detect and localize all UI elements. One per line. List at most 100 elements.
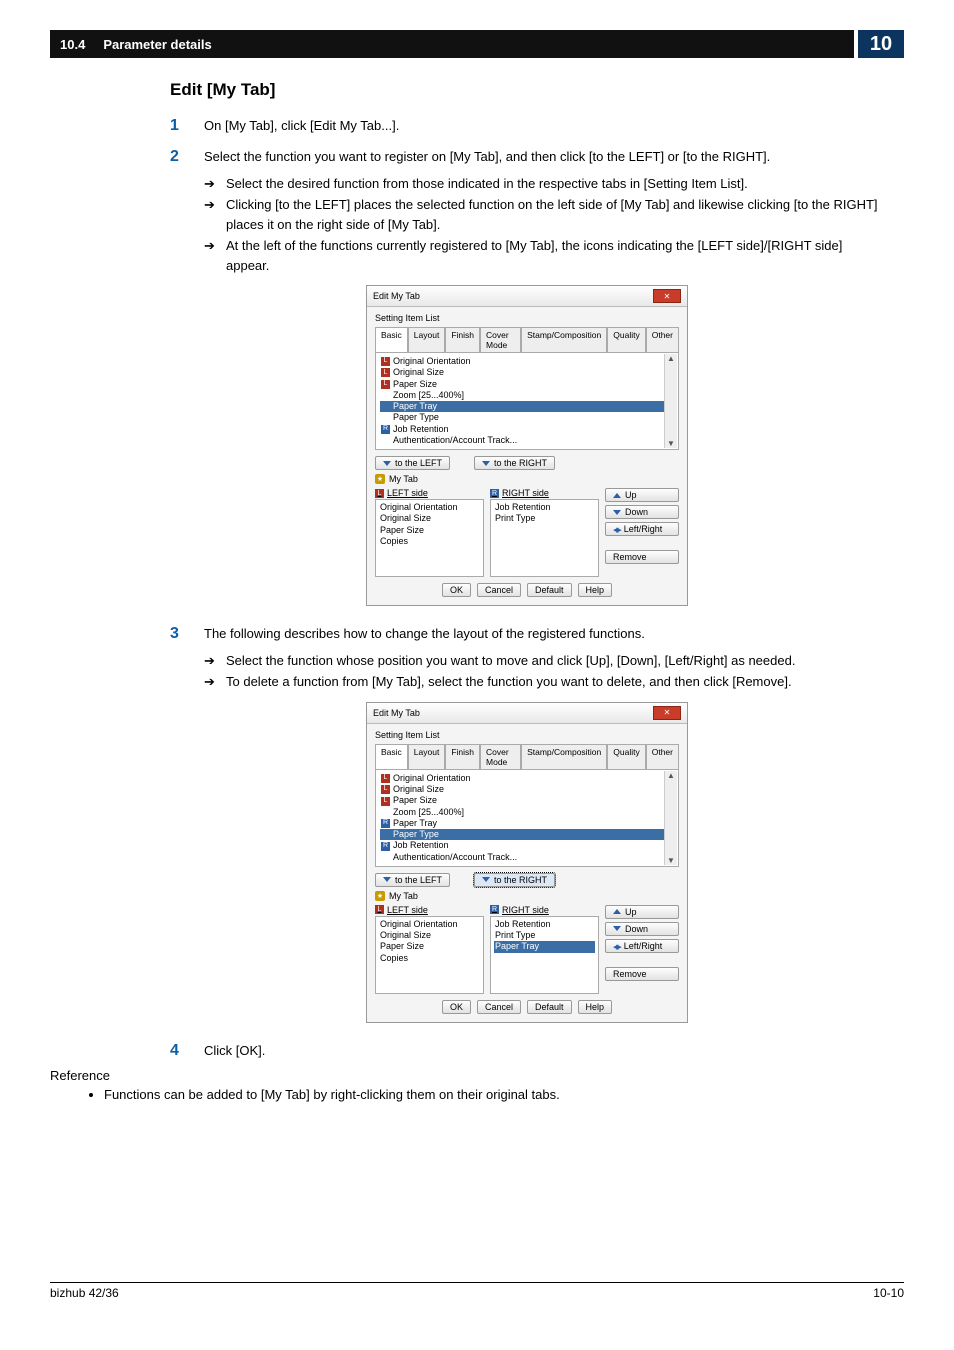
- dialog-titlebar: Edit My Tab ✕: [367, 703, 687, 724]
- footer-left: bizhub 42/36: [50, 1286, 119, 1300]
- left-side-icon: L: [375, 905, 384, 914]
- tab-quality[interactable]: Quality: [607, 327, 645, 352]
- tab-layout[interactable]: Layout: [408, 327, 446, 352]
- reference-list: Functions can be added to [My Tab] by ri…: [50, 1085, 884, 1105]
- right-side-icon: R: [381, 819, 390, 828]
- ok-button[interactable]: OK: [442, 583, 471, 597]
- step-2-sub-2: Clicking [to the LEFT] places the select…: [204, 195, 884, 234]
- left-side-list[interactable]: Original Orientation Original Size Paper…: [375, 916, 484, 994]
- item-paper-type: Paper Type: [393, 829, 439, 840]
- up-button[interactable]: Up: [605, 488, 679, 502]
- list-item: Paper Size: [379, 941, 480, 952]
- step-2-sub-1: Select the desired function from those i…: [204, 174, 884, 194]
- item-paper-type: Paper Type: [393, 412, 439, 423]
- to-the-left-button[interactable]: to the LEFT: [375, 873, 450, 887]
- left-side-list[interactable]: Original Orientation Original Size Paper…: [375, 499, 484, 577]
- close-icon[interactable]: ✕: [653, 289, 681, 303]
- dialog-figure-1: Edit My Tab ✕ Setting Item List Basic La…: [366, 285, 688, 606]
- right-side-icon: R: [381, 842, 390, 851]
- right-side-list[interactable]: Job Retention Print Type Paper Tray: [490, 916, 599, 994]
- left-side-header: LEFT side: [387, 488, 428, 498]
- list-item: Original Size: [379, 513, 480, 524]
- left-side-icon: L: [381, 368, 390, 377]
- section-title-header: Parameter details: [103, 37, 211, 52]
- remove-button[interactable]: Remove: [605, 967, 679, 981]
- item-zoom: Zoom [25...400%]: [393, 807, 464, 818]
- tab-stamp[interactable]: Stamp/Composition: [521, 744, 607, 769]
- left-right-button[interactable]: Left/Right: [605, 939, 679, 953]
- to-the-right-button[interactable]: to the RIGHT: [474, 456, 555, 470]
- dialog-figure-2: Edit My Tab ✕ Setting Item List Basic La…: [366, 702, 688, 1023]
- help-button[interactable]: Help: [578, 583, 613, 597]
- left-right-button[interactable]: Left/Right: [605, 522, 679, 536]
- my-tab-label: My Tab: [389, 474, 418, 484]
- default-button[interactable]: Default: [527, 583, 572, 597]
- step-4-number: 4: [170, 1041, 204, 1062]
- right-side-icon: R: [381, 425, 390, 434]
- tab-quality[interactable]: Quality: [607, 744, 645, 769]
- left-side-icon: L: [381, 774, 390, 783]
- list-item: Paper Size: [379, 525, 480, 536]
- right-side-header: RIGHT side: [502, 905, 549, 915]
- item-orientation: Original Orientation: [393, 356, 471, 367]
- step-3-text: The following describes how to change th…: [204, 624, 884, 644]
- down-button[interactable]: Down: [605, 505, 679, 519]
- dialog-title: Edit My Tab: [373, 708, 420, 718]
- header-strip: 10.4 Parameter details: [50, 30, 854, 58]
- item-paper-tray: Paper Tray: [393, 818, 437, 829]
- setting-item-list-label: Setting Item List: [375, 730, 679, 740]
- right-side-icon: R: [490, 489, 499, 498]
- list-item: Copies: [379, 953, 480, 964]
- right-side-list[interactable]: Job Retention Print Type: [490, 499, 599, 577]
- step-3: 3 The following describes how to change …: [170, 624, 884, 645]
- tab-finish[interactable]: Finish: [445, 744, 480, 769]
- step-4-text: Click [OK].: [204, 1041, 884, 1061]
- my-tab-icon: ★: [375, 474, 385, 484]
- my-tab-label: My Tab: [389, 891, 418, 901]
- ok-button[interactable]: OK: [442, 1000, 471, 1014]
- left-side-icon: L: [381, 785, 390, 794]
- tab-basic[interactable]: Basic: [375, 327, 408, 352]
- list-item: Original Size: [379, 930, 480, 941]
- up-button[interactable]: Up: [605, 905, 679, 919]
- step-4: 4 Click [OK].: [170, 1041, 884, 1062]
- tab-basic[interactable]: Basic: [375, 744, 408, 769]
- list-item: Original Orientation: [379, 919, 480, 930]
- tab-cover-mode[interactable]: Cover Mode: [480, 327, 521, 352]
- item-auth: Authentication/Account Track...: [393, 852, 517, 863]
- remove-button[interactable]: Remove: [605, 550, 679, 564]
- step-2-text: Select the function you want to register…: [204, 147, 884, 167]
- close-icon[interactable]: ✕: [653, 706, 681, 720]
- to-the-left-button[interactable]: to the LEFT: [375, 456, 450, 470]
- reference-heading: Reference: [50, 1068, 884, 1083]
- cancel-button[interactable]: Cancel: [477, 583, 521, 597]
- tab-other[interactable]: Other: [646, 744, 679, 769]
- cancel-button[interactable]: Cancel: [477, 1000, 521, 1014]
- tab-strip: Basic Layout Finish Cover Mode Stamp/Com…: [375, 326, 679, 352]
- step-1-number: 1: [170, 116, 204, 137]
- item-paper-tray: Paper Tray: [393, 401, 437, 412]
- setting-item-list[interactable]: LOriginal Orientation LOriginal Size LPa…: [375, 352, 679, 450]
- setting-item-list[interactable]: LOriginal Orientation LOriginal Size LPa…: [375, 769, 679, 867]
- scrollbar[interactable]: ▲▼: [664, 771, 677, 865]
- step-3-sub-1: Select the function whose position you w…: [204, 651, 884, 671]
- down-button[interactable]: Down: [605, 922, 679, 936]
- item-original-size: Original Size: [393, 367, 444, 378]
- item-auth: Authentication/Account Track...: [393, 435, 517, 446]
- to-the-right-button[interactable]: to the RIGHT: [474, 873, 555, 887]
- step-2-sublist: Select the desired function from those i…: [204, 174, 884, 276]
- tab-cover-mode[interactable]: Cover Mode: [480, 744, 521, 769]
- dialog-titlebar: Edit My Tab ✕: [367, 286, 687, 307]
- item-job-retention: Job Retention: [393, 424, 449, 435]
- tab-finish[interactable]: Finish: [445, 327, 480, 352]
- list-item: Paper Tray: [494, 941, 595, 952]
- step-3-number: 3: [170, 624, 204, 645]
- default-button[interactable]: Default: [527, 1000, 572, 1014]
- help-button[interactable]: Help: [578, 1000, 613, 1014]
- scrollbar[interactable]: ▲▼: [664, 354, 677, 448]
- list-item: Print Type: [494, 513, 595, 524]
- tab-stamp[interactable]: Stamp/Composition: [521, 327, 607, 352]
- tab-layout[interactable]: Layout: [408, 744, 446, 769]
- left-side-icon: L: [375, 489, 384, 498]
- tab-other[interactable]: Other: [646, 327, 679, 352]
